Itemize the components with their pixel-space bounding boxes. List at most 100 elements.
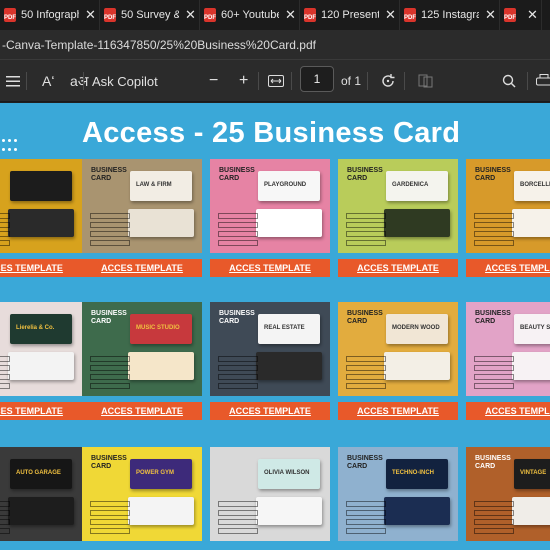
card-mockup-front: LAW & FIRM	[130, 171, 192, 201]
swatch-placeholder	[0, 383, 10, 389]
access-template-link[interactable]: ACCES TEMPLATE	[338, 259, 458, 277]
swatch-placeholder	[90, 213, 130, 219]
card-logo-text: BORCELLE	[520, 182, 550, 188]
card-mockup-front: Lierelia & Co.	[10, 314, 72, 344]
card-title: BUSINESS CARD	[347, 167, 383, 182]
card-mockup-back	[256, 497, 322, 525]
close-tab-icon[interactable]: ✕	[85, 7, 96, 23]
toolbar-divider	[367, 72, 368, 90]
swatch-placeholder	[90, 240, 130, 246]
browser-tab-label: 120 Presenta	[321, 9, 379, 21]
toolbar-divider	[404, 72, 405, 90]
fit-to-width-icon[interactable]	[268, 60, 284, 102]
access-template-link[interactable]: ACCES TEMPLATE	[210, 402, 330, 420]
browser-tab[interactable]: PDF 125 Instagra ✕	[400, 0, 500, 30]
business-card-preview[interactable]: BUSINESS CARD BORCELLE	[466, 159, 550, 253]
card-title: BUSINESS CARD	[219, 167, 255, 182]
browser-tab[interactable]: PDF 120 Presenta ✕	[300, 0, 400, 30]
card-logo-text: GARDENICA	[392, 182, 429, 188]
browser-tab[interactable]: PDF 50 Survey & ✕	[100, 0, 200, 30]
card-mockup-front: MODERN WOOD	[386, 314, 448, 344]
card-mockup-back	[512, 209, 550, 237]
card-mockup-back	[256, 209, 322, 237]
card-logo-text: REAL ESTATE	[264, 325, 305, 331]
business-card-preview[interactable]: AUTO GARAGE	[0, 447, 82, 541]
business-card-preview[interactable]: Lierelia & Co.	[0, 302, 82, 396]
card-logo-text: PLAYGROUND	[264, 182, 307, 188]
card-mockup-front: BORCELLE	[514, 171, 550, 201]
ask-copilot-button[interactable]: Ask Copilot	[92, 60, 158, 102]
swatch-placeholder	[0, 519, 10, 525]
access-template-link[interactable]: ACCES TEMPLATE	[466, 259, 550, 277]
card-mockup-back	[384, 497, 450, 525]
access-template-link[interactable]: ACCES TEMPLATE	[338, 402, 458, 420]
business-card-preview[interactable]: BUSINESS CARD LAW & FIRM	[82, 159, 202, 253]
card-logo-text: LAW & FIRM	[136, 182, 172, 188]
business-card-preview[interactable]: BUSINESS CARD MODERN WOOD	[338, 302, 458, 396]
address-bar[interactable]: -Canva-Template-116347850/25%20Business%…	[0, 30, 550, 60]
card-mockup-back	[128, 209, 194, 237]
card-logo-text: MUSIC STUDIO	[136, 325, 180, 331]
card-title: BUSINESS CARD	[475, 455, 511, 470]
card-mockup-back	[8, 352, 74, 380]
access-template-link[interactable]: ACCES TEMPLATE	[82, 259, 202, 277]
read-aloud-icon[interactable]: Aʻ	[42, 60, 54, 102]
swatch-placeholder	[0, 213, 10, 219]
business-card-preview[interactable]: BUSINESS CARD BEAUTY SALON	[466, 302, 550, 396]
swatch-placeholder	[218, 356, 258, 362]
swatch-placeholder	[474, 374, 514, 380]
access-template-link[interactable]: ACCES TEMPLATE	[0, 259, 82, 277]
page-view-icon[interactable]	[418, 60, 434, 102]
business-card-preview[interactable]	[0, 159, 82, 253]
swatch-placeholder	[0, 510, 10, 516]
print-icon[interactable]	[536, 60, 550, 102]
card-logo-text: VINTAGE	[520, 470, 547, 476]
card-mockup-back	[8, 497, 74, 525]
contents-menu-icon[interactable]	[6, 60, 20, 102]
business-card-preview[interactable]: BUSINESS CARD GARDENICA	[338, 159, 458, 253]
rotate-icon[interactable]	[380, 60, 396, 102]
swatch-placeholder	[346, 374, 386, 380]
business-card-preview[interactable]: BUSINESS CARD REAL ESTATE	[210, 302, 330, 396]
card-mockup-front: OLIVIA WILSON	[258, 459, 320, 489]
swatch-placeholder	[346, 383, 386, 389]
business-card-preview[interactable]: BUSINESS CARD PLAYGROUND	[210, 159, 330, 253]
page-number-input[interactable]: 1	[300, 66, 334, 92]
business-card-preview[interactable]: BUSINESS CARD VINTAGE	[466, 447, 550, 541]
swatch-placeholder	[90, 519, 130, 525]
address-url[interactable]: -Canva-Template-116347850/25%20Business%…	[2, 38, 316, 52]
close-tab-icon[interactable]: ✕	[527, 7, 538, 23]
zoom-in-button[interactable]: +	[239, 60, 248, 102]
business-card-preview[interactable]: BUSINESS CARD POWER GYM	[82, 447, 202, 541]
business-card-preview[interactable]: OLIVIA WILSON	[210, 447, 330, 541]
pdf-file-icon: PDF	[404, 8, 416, 22]
card-logo-text: Lierelia & Co.	[16, 325, 55, 331]
search-icon[interactable]	[502, 60, 516, 102]
access-template-link[interactable]: ACCES TEMPLATE	[210, 259, 330, 277]
zoom-out-button[interactable]: −	[209, 60, 218, 102]
swatch-placeholder	[474, 213, 514, 219]
swatch-placeholder	[346, 240, 386, 246]
access-template-link[interactable]: ACCES TEMPLATE	[0, 402, 82, 420]
swatch-placeholder	[346, 528, 386, 534]
swatch-placeholder	[346, 356, 386, 362]
card-mockup-front	[10, 171, 72, 201]
browser-tab[interactable]: PDF ✕	[500, 0, 542, 30]
swatch-placeholder	[346, 501, 386, 507]
browser-tab[interactable]: PDF 60+ Youtube ✕	[200, 0, 300, 30]
card-title: BUSINESS CARD	[475, 310, 511, 325]
browser-tab[interactable]: PDF 50 Infographi ✕	[0, 0, 100, 30]
business-card-preview[interactable]: BUSINESS CARD TECHNO-INCH	[338, 447, 458, 541]
access-template-link[interactable]: ACCES TEMPLATE	[82, 402, 202, 420]
access-template-link[interactable]: ACCES TEMPLATE	[466, 402, 550, 420]
close-tab-icon[interactable]: ✕	[485, 7, 496, 23]
close-tab-icon[interactable]: ✕	[185, 7, 196, 23]
card-mockup-front: TECHNO-INCH	[386, 459, 448, 489]
business-card-preview[interactable]: BUSINESS CARD MUSIC STUDIO	[82, 302, 202, 396]
close-tab-icon[interactable]: ✕	[385, 7, 396, 23]
card-mockup-back	[512, 352, 550, 380]
translate-icon[interactable]: aअ	[70, 60, 88, 102]
close-tab-icon[interactable]: ✕	[285, 7, 296, 23]
pdf-toolbar: Aʻ aअ Ask Copilot − + of 1	[0, 60, 550, 102]
swatch-placeholder	[474, 528, 514, 534]
